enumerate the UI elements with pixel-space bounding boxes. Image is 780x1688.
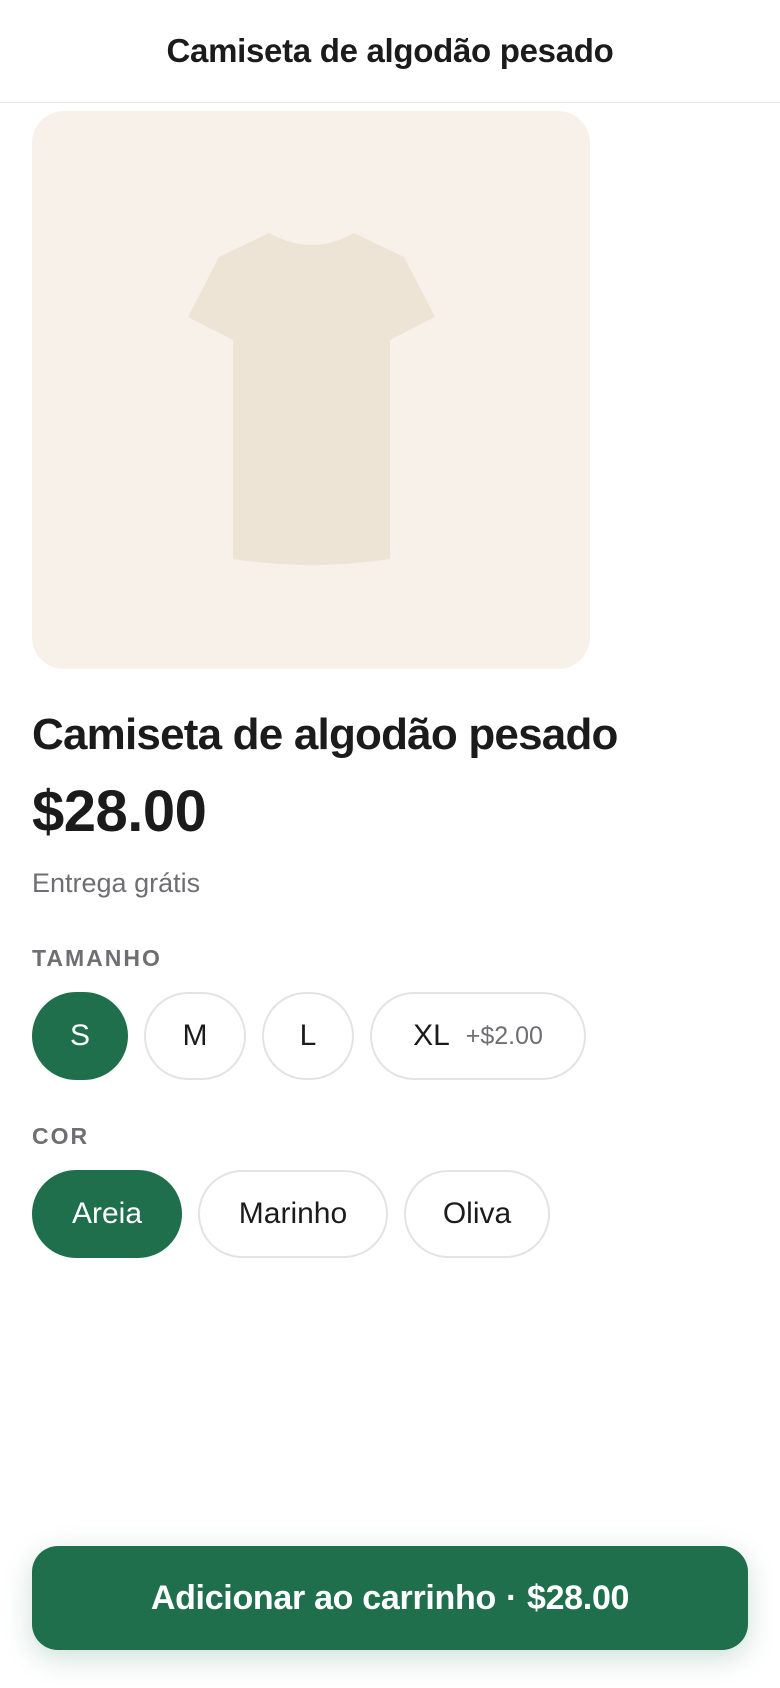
product-title: Camiseta de algodão pesado [32,710,618,759]
size-surcharge: +$2.00 [465,1021,543,1050]
add-to-cart-button[interactable]: Adicionar ao carrinho · $28.00 [32,1546,748,1650]
size-option-label: XL [413,1019,450,1052]
t-shirt-illustration-icon [188,233,435,565]
product-image [32,111,590,669]
size-section-label: TAMANHO [32,945,162,971]
delivery-info: Entrega grátis [32,868,201,898]
add-to-cart-label: Adicionar ao carrinho [150,1578,496,1617]
add-to-cart-separator: · [505,1578,517,1617]
color-option-label: Oliva [442,1197,512,1230]
size-option-label: S [69,1019,90,1052]
add-to-cart-price: $28.00 [526,1578,630,1617]
size-option-s[interactable]: S [32,992,128,1080]
size-option-l[interactable]: L [262,992,354,1080]
top-bar: Camiseta de algodão pesado [0,0,780,103]
color-option-label: Marinho [238,1197,348,1230]
size-option-m[interactable]: M [144,992,246,1080]
color-option-label: Areia [71,1197,143,1230]
color-option-marinho[interactable]: Marinho [198,1170,388,1258]
size-option-xl[interactable]: XL +$2.00 [370,992,586,1080]
size-option-label: M [182,1019,208,1052]
color-section-label: COR [32,1123,90,1149]
size-option-label: L [299,1019,317,1052]
color-option-oliva[interactable]: Oliva [404,1170,550,1258]
product-price: $28.00 [32,779,207,844]
page-title: Camiseta de algodão pesado [166,32,614,69]
color-option-areia[interactable]: Areia [32,1170,182,1258]
